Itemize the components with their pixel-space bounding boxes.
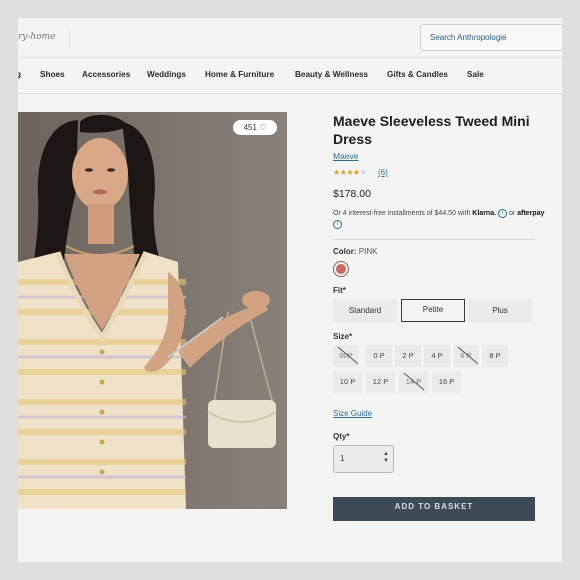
search-input[interactable]: Search Anthropologie [420,24,562,51]
browser-page: ry-home Search Anthropologie g Shoes Acc… [18,18,562,562]
installments-text: Or 4 interest-free installments of $44.5… [333,210,471,217]
fit-label: Fit* [333,286,346,295]
color-label: Color: PINK [333,247,378,256]
star-icon: ★ [359,168,367,177]
size-option-14p[interactable]: 14 P [399,371,428,393]
star-icon: ★ [346,168,354,177]
nav-item-gifts-candles[interactable]: Gifts & Candles [387,70,448,79]
size-option-10p[interactable]: 10 P [333,371,362,393]
size-guide-link[interactable]: Size Guide [333,409,372,418]
quantity-select[interactable]: 1 ▲ ▼ [333,445,394,473]
site-logo[interactable]: ry-home [18,29,70,49]
quantity-value: 1 [340,454,345,463]
size-option-16p[interactable]: 16 P [432,371,461,393]
fit-standard-button[interactable]: Standard [333,299,397,322]
nav-item-home-furniture[interactable]: Home & Furniture [205,70,274,79]
color-swatch-pink[interactable] [333,261,349,277]
fit-plus-button[interactable]: Plus [468,299,532,322]
nav-item-accessories[interactable]: Accessories [82,70,130,79]
up-down-arrows-icon: ▲ ▼ [383,451,389,464]
heart-icon: ♡ [259,123,267,132]
brand-link[interactable]: Maeve [333,151,359,161]
info-icon[interactable]: i [333,219,342,229]
product-price: $178.00 [333,188,371,200]
swatch-fill [336,264,346,274]
likes-count: 451 [243,123,257,132]
add-to-basket-button[interactable]: ADD TO BASKET [333,497,535,521]
size-label: Size* [333,332,353,341]
divider [333,239,535,240]
review-count-link[interactable]: (6) [378,168,388,177]
size-option-4p[interactable]: 4 P [424,345,450,367]
size-option-12p[interactable]: 12 P [366,371,395,393]
rating-stars: ★★★★★ [333,168,367,177]
size-option-8p[interactable]: 8 P [482,345,508,367]
star-icon: ★ [333,168,340,177]
afterpay-logo: afterpay [517,210,545,217]
klarna-logo: Klarna. [472,210,497,217]
main-nav: g Shoes Accessories Weddings Home & Furn… [18,58,562,94]
info-icon[interactable]: i [497,208,507,218]
top-bar: ry-home Search Anthropologie [18,18,562,58]
nav-item-shoes[interactable]: Shoes [40,70,65,79]
nav-item-weddings[interactable]: Weddings [147,70,186,79]
or-text: or [508,210,516,217]
nav-item-partial[interactable]: g [18,70,21,79]
star-icon: ★ [353,168,360,177]
model-illustration [18,114,277,509]
nav-item-beauty-wellness[interactable]: Beauty & Wellness [295,70,368,79]
size-option-6p[interactable]: 6 P [453,345,479,367]
fit-petite-button[interactable]: Petite [401,299,465,322]
product-photo[interactable]: 451 ♡ [18,112,287,509]
installments-info: Or 4 interest-free installments of $44.5… [333,208,548,230]
color-value: PINK [358,247,378,256]
size-option-00p[interactable]: 00P [333,345,359,367]
nav-item-sale[interactable]: Sale [467,70,484,79]
size-option-0p[interactable]: 0 P [366,345,392,367]
qty-label: Qty* [333,432,350,441]
size-option-2p[interactable]: 2 P [395,345,421,367]
wishlist-button[interactable]: 451 ♡ [233,120,277,135]
product-title: Maeve Sleeveless Tweed Mini Dress [333,113,530,147]
